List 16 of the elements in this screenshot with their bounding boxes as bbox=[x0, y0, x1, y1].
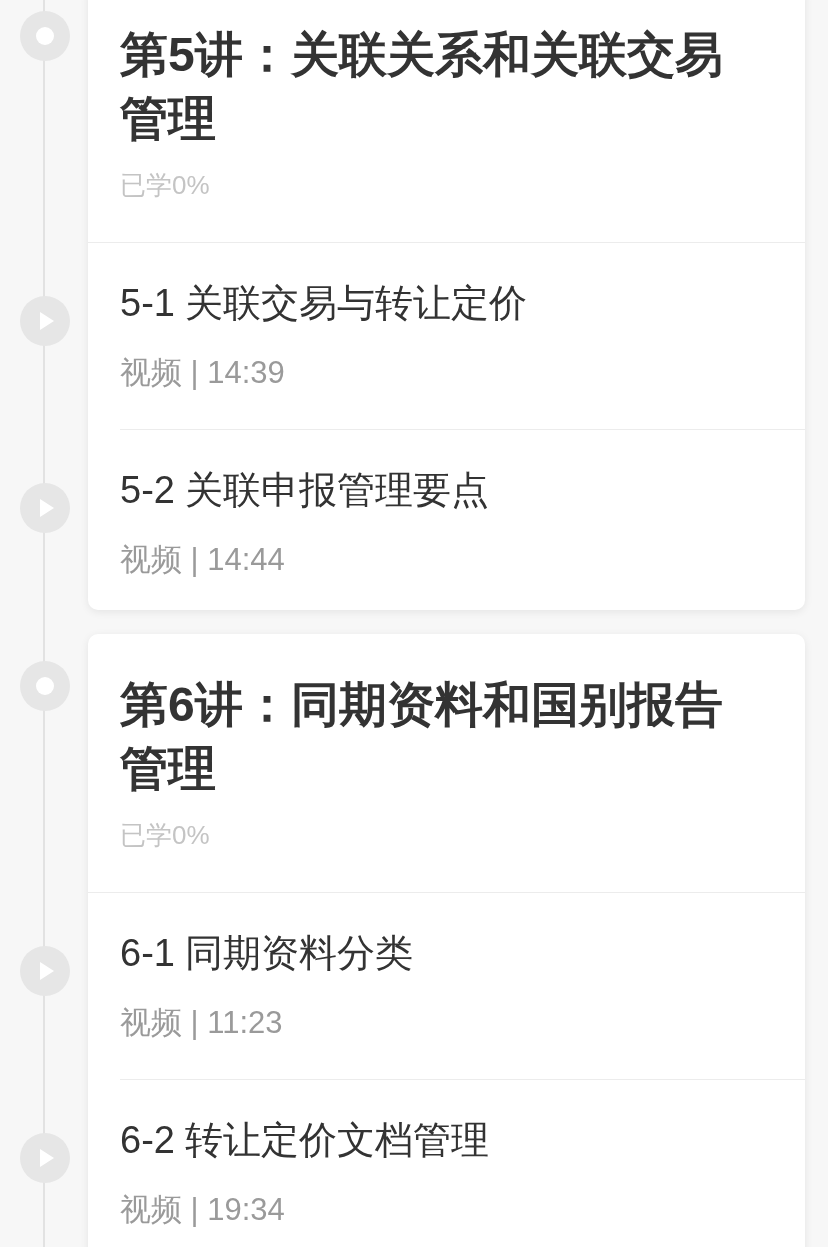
lesson-title[interactable]: 5-1 关联交易与转让定价 bbox=[120, 283, 775, 323]
lesson-title[interactable]: 5-2 关联申报管理要点 bbox=[120, 470, 775, 510]
chapter-title: 第6讲：同期资料和国别报告管理 bbox=[120, 677, 724, 797]
chapter-title: 第5讲：关联关系和关联交易管理 bbox=[120, 27, 724, 147]
play-icon[interactable] bbox=[20, 1133, 70, 1183]
lesson-title[interactable]: 6-2 转让定价文档管理 bbox=[120, 1120, 775, 1160]
lesson-meta: 视频 | 14:39 bbox=[120, 354, 286, 392]
lesson-meta: 视频 | 19:34 bbox=[120, 1191, 286, 1229]
progress-text: 已学0% bbox=[120, 169, 211, 202]
lesson-meta: 视频 | 11:23 bbox=[120, 1004, 284, 1042]
play-icon[interactable] bbox=[20, 296, 70, 346]
progress-text: 已学0% bbox=[120, 819, 211, 852]
play-icon[interactable] bbox=[20, 946, 70, 996]
lesson-meta: 视频 | 14:44 bbox=[120, 541, 286, 579]
play-icon[interactable] bbox=[20, 483, 70, 533]
lesson-title[interactable]: 6-1 同期资料分类 bbox=[120, 933, 775, 973]
